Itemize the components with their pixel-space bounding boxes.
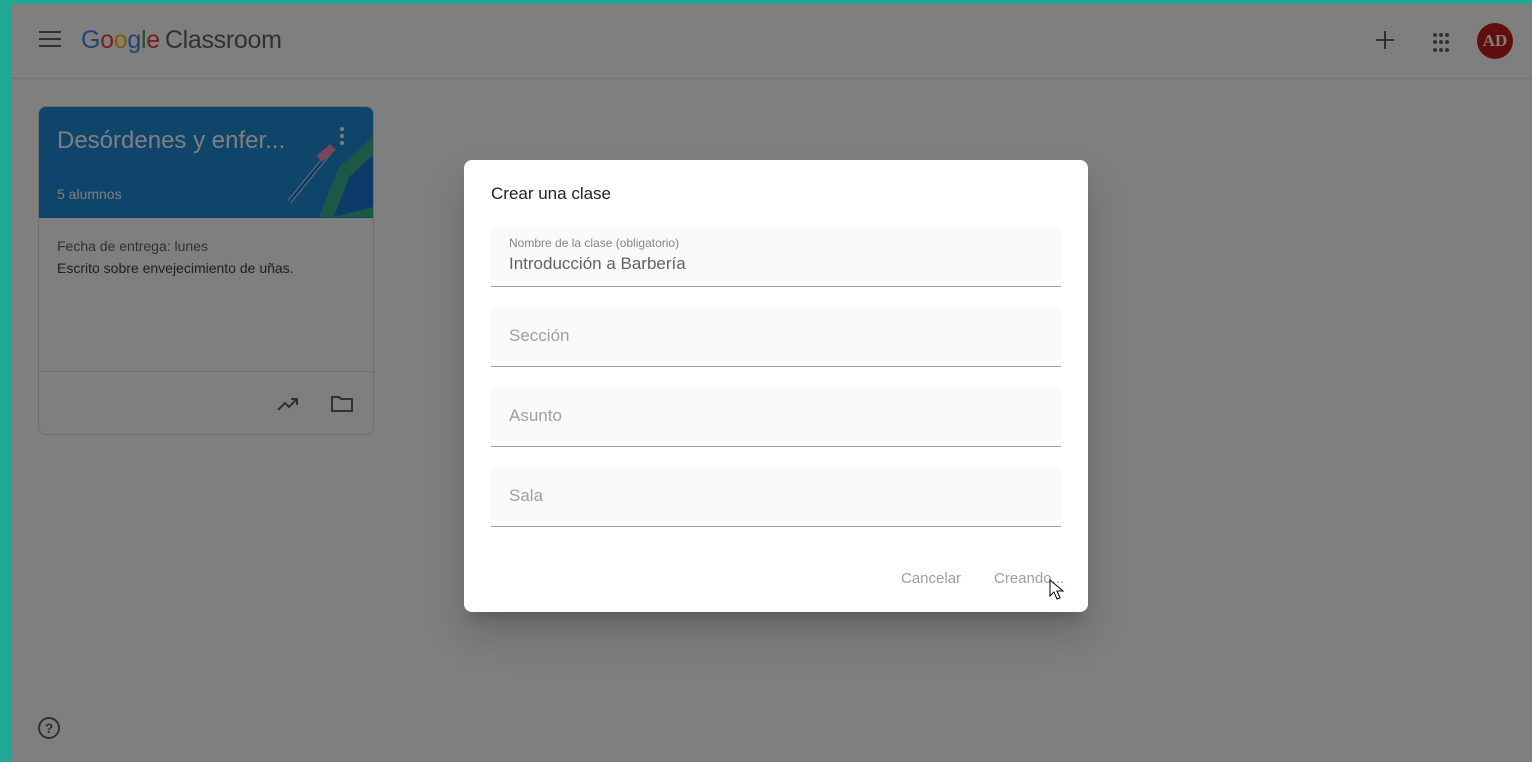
section-input[interactable]	[509, 326, 1039, 346]
classroom-app: GoogleClassroom AD Desórdenes y enfer...…	[11, 4, 1532, 762]
room-input[interactable]	[509, 486, 1039, 506]
class-name-field[interactable]: Nombre de la clase (obligatorio)	[491, 228, 1061, 287]
room-field[interactable]	[491, 468, 1061, 527]
mouse-pointer-icon	[1049, 579, 1065, 600]
cancel-button[interactable]: Cancelar	[901, 570, 961, 587]
window-frame-left	[0, 0, 11, 762]
create-class-dialog: Crear una clase Nombre de la clase (obli…	[464, 160, 1088, 612]
class-name-label: Nombre de la clase (obligatorio)	[509, 236, 680, 250]
subject-input[interactable]	[509, 406, 1039, 426]
section-field[interactable]	[491, 308, 1061, 367]
dialog-title: Crear una clase	[491, 184, 612, 203]
subject-field[interactable]	[491, 388, 1061, 447]
class-name-input[interactable]	[509, 254, 1039, 274]
